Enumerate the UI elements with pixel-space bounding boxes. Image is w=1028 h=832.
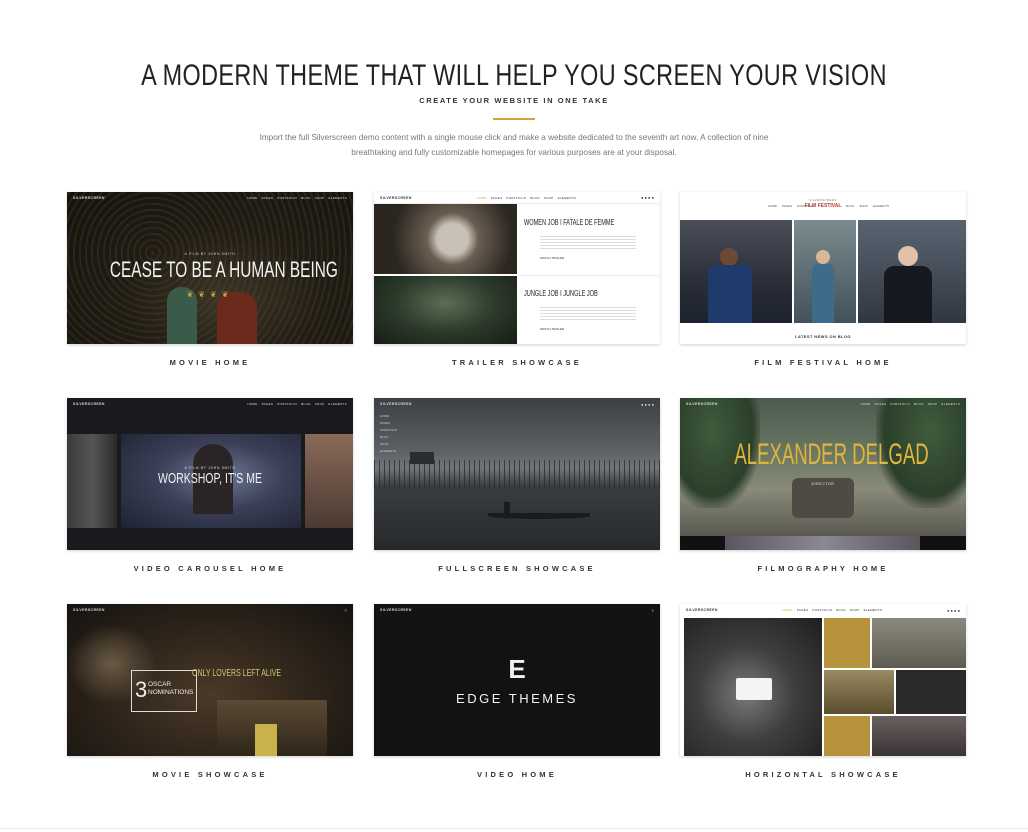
trailer-link[interactable]: WATCH TRAILER bbox=[540, 256, 564, 260]
festival-header: SILVERSCREEN FILM FESTIVAL HOME PAGES PORT… bbox=[680, 192, 966, 220]
film-headline: ONLY LOVERS LEFT ALIVE bbox=[192, 668, 282, 679]
section-description: Import the full Silverscreen demo conten… bbox=[259, 133, 769, 157]
poster-tile bbox=[824, 716, 870, 756]
edge-logo-icon: E bbox=[508, 654, 526, 684]
carousel-slide-right bbox=[305, 434, 353, 528]
divider bbox=[517, 275, 660, 276]
trailer-image-1 bbox=[374, 204, 517, 274]
mini-menu: HOME PAGES PORTFOLIO BLOG SHOP ELEMENTS bbox=[247, 196, 347, 200]
trailer-image-2 bbox=[374, 276, 517, 344]
mini-nav: SILVERSCREEN ≡ bbox=[73, 607, 347, 613]
photo-tile bbox=[824, 670, 894, 714]
demo-label[interactable]: MOVIE HOME bbox=[67, 358, 353, 367]
demo-card-video-home[interactable]: SILVERSCREEN ≡ E EDGE THEMES VIDEO HOME bbox=[374, 604, 660, 779]
festival-photo-2 bbox=[794, 220, 856, 323]
mini-nav: SILVERSCREEN ● ● ● ● bbox=[380, 401, 654, 407]
hut-shape bbox=[410, 452, 434, 464]
festival-photo-3 bbox=[858, 220, 966, 323]
demo-label[interactable]: HORIZONTAL SHOWCASE bbox=[680, 770, 966, 779]
demo-label[interactable]: FILM FESTIVAL HOME bbox=[680, 358, 966, 367]
demo-thumbnail[interactable]: SILVERSCREEN ● ● ● ● HOME PAGES PORTFOLIO B… bbox=[374, 398, 660, 550]
demo-card-film-festival-home[interactable]: SILVERSCREEN FILM FESTIVAL HOME PAGES PORT… bbox=[680, 192, 966, 367]
mini-logo: SILVERSCREEN bbox=[73, 196, 105, 200]
festival-logo: FILM FESTIVAL bbox=[804, 203, 842, 209]
photo-tile bbox=[872, 716, 966, 756]
film-headline: WORKSHOP, IT'S ME bbox=[158, 470, 262, 487]
mini-nav: SILVERSCREEN HOME PAGES PORTFOLIO BLOG SHOP E… bbox=[67, 398, 353, 410]
brand-name: EDGE THEMES bbox=[456, 691, 578, 706]
mini-nav: SILVERSCREEN ≡ bbox=[380, 607, 654, 613]
film-headline: CEASE TO BE A HUMAN BEING bbox=[109, 257, 338, 282]
demo-card-horizontal-showcase[interactable]: SILVERSCREEN HOME PAGES PORTFOLIO BLOG SHOP E… bbox=[680, 604, 966, 779]
demo-thumbnail[interactable]: SILVERSCREEN ≡ E EDGE THEMES bbox=[374, 604, 660, 756]
demo-card-movie-home[interactable]: SILVERSCREEN HOME PAGES PORTFOLIO BLOG SHOP E… bbox=[67, 192, 353, 367]
text-placeholder bbox=[540, 236, 636, 250]
filmography-headline: ALEXANDER DELGAD bbox=[734, 438, 929, 471]
demo-card-filmography-home[interactable]: SILVERSCREEN HOME PAGES PORTFOLIO BLOG SHOP E… bbox=[680, 398, 966, 573]
demo-thumbnail[interactable]: SILVERSCREEN FILM FESTIVAL HOME PAGES PORT… bbox=[680, 192, 966, 344]
fishing-stakes bbox=[374, 460, 660, 488]
scene-object bbox=[255, 724, 277, 756]
demo-card-fullscreen-showcase[interactable]: SILVERSCREEN ● ● ● ● HOME PAGES PORTFOLIO B… bbox=[374, 398, 660, 573]
trailer-link[interactable]: WATCH TRAILER bbox=[540, 327, 564, 331]
photo-tile bbox=[896, 670, 966, 714]
demo-label[interactable]: FULLSCREEN SHOWCASE bbox=[374, 564, 660, 573]
trailer-heading: WOMEN JOB I FATALE DE FEMME bbox=[524, 218, 615, 227]
poster-tile bbox=[824, 618, 870, 668]
section-title: A MODERN THEME THAT WILL HELP YOU SCREEN… bbox=[141, 59, 887, 92]
demo-thumbnail[interactable]: SILVERSCREEN HOME PAGES PORTFOLIO BLOG SHOP E… bbox=[67, 398, 353, 550]
festival-footer-text: LATEST NEWS ON BLOG bbox=[795, 334, 851, 339]
demo-thumbnail[interactable]: SILVERSCREEN ≡ 3 OSCAR NOMINATIONS ONLY … bbox=[67, 604, 353, 756]
demo-thumbnail[interactable]: SILVERSCREEN HOME PAGES PORTFOLIO BLOG SHOP E… bbox=[680, 604, 966, 756]
demo-label[interactable]: VIDEO HOME bbox=[374, 770, 660, 779]
trailer-heading: JUNGLE JOB I JUNGLE JOB bbox=[524, 289, 598, 298]
section-subtitle: CREATE YOUR WEBSITE IN ONE TAKE bbox=[419, 96, 609, 105]
demo-label[interactable]: MOVIE SHOWCASE bbox=[67, 770, 353, 779]
clapperboard-icon bbox=[736, 678, 772, 700]
demo-card-movie-showcase[interactable]: SILVERSCREEN ≡ 3 OSCAR NOMINATIONS ONLY … bbox=[67, 604, 353, 779]
nominations-badge: 3 OSCAR NOMINATIONS bbox=[131, 670, 197, 712]
mini-nav: SILVERSCREEN HOME PAGES PORTFOLIO BLOG SHOP E… bbox=[67, 192, 353, 204]
film-kicker: A FILM BY JOHN SMITH bbox=[184, 252, 236, 256]
side-menu[interactable]: HOME PAGES PORTFOLIO BLOG SHOP ELEMENTS bbox=[380, 414, 397, 453]
photo-tile bbox=[872, 618, 966, 668]
mini-nav: SILVERSCREEN HOME PAGES PORTFOLIO BLOG SHOP E… bbox=[374, 192, 660, 204]
festival-photo-1 bbox=[680, 220, 792, 323]
section-bottom-border bbox=[0, 828, 1028, 829]
mini-nav: SILVERSCREEN HOME PAGES PORTFOLIO BLOG SHOP E… bbox=[680, 604, 966, 616]
demo-card-trailer-showcase[interactable]: SILVERSCREEN HOME PAGES PORTFOLIO BLOG SHOP E… bbox=[374, 192, 660, 367]
mini-nav: SILVERSCREEN HOME PAGES PORTFOLIO BLOG SHOP E… bbox=[686, 402, 960, 406]
demo-label[interactable]: TRAILER SHOWCASE bbox=[374, 358, 660, 367]
bottom-image bbox=[725, 536, 920, 550]
boat-person bbox=[504, 502, 510, 513]
demo-thumbnail[interactable]: SILVERSCREEN HOME PAGES PORTFOLIO BLOG SHOP E… bbox=[680, 398, 966, 550]
demo-label[interactable]: FILMOGRAPHY HOME bbox=[680, 564, 966, 573]
demo-label[interactable]: VIDEO CAROUSEL HOME bbox=[67, 564, 353, 573]
section-header: A MODERN THEME THAT WILL HELP YOU SCREEN… bbox=[0, 58, 1028, 120]
figure-shape bbox=[217, 292, 257, 344]
demo-card-video-carousel-home[interactable]: SILVERSCREEN HOME PAGES PORTFOLIO BLOG SHOP E… bbox=[67, 398, 353, 573]
laurel-icons: ❦❦❦❦ bbox=[186, 290, 234, 299]
accent-divider bbox=[493, 118, 535, 120]
text-placeholder bbox=[540, 307, 636, 321]
showcase-main-image bbox=[684, 618, 822, 756]
demo-thumbnail[interactable]: SILVERSCREEN HOME PAGES PORTFOLIO BLOG SHOP E… bbox=[67, 192, 353, 344]
filmography-kicker: DIRECTOR bbox=[811, 482, 835, 486]
demo-thumbnail[interactable]: SILVERSCREEN HOME PAGES PORTFOLIO BLOG SHOP E… bbox=[374, 192, 660, 344]
boat-shape bbox=[488, 513, 590, 519]
